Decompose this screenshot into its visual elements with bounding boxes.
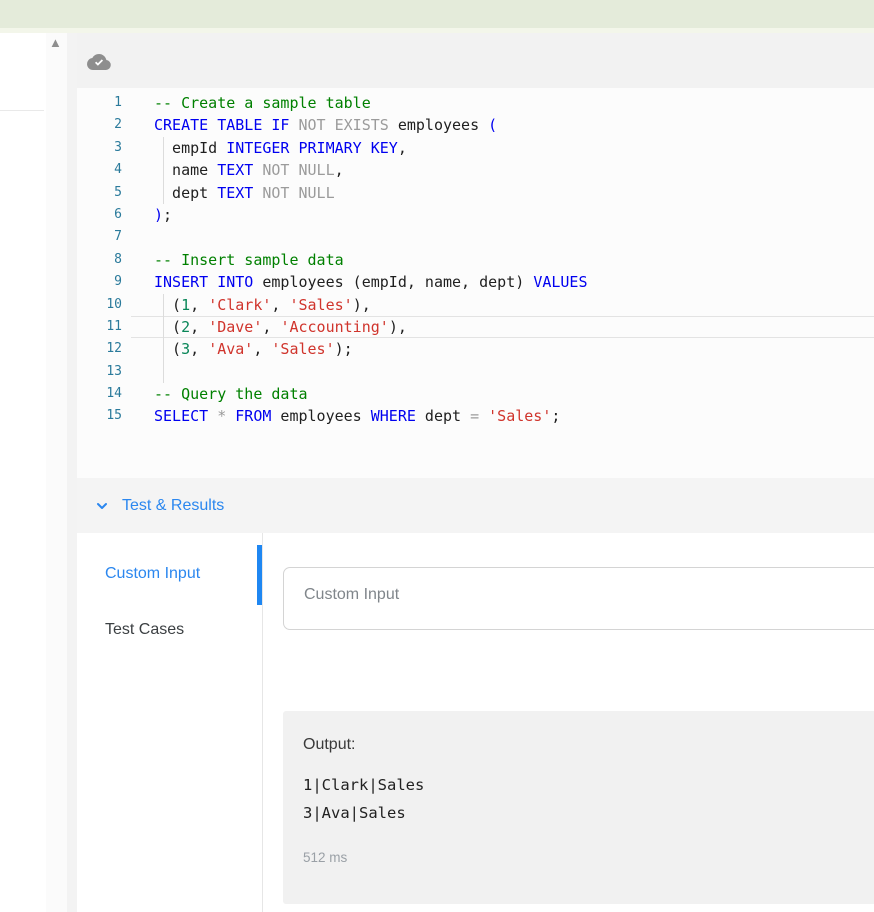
active-tab-indicator — [257, 545, 262, 605]
tab-list-divider — [262, 533, 263, 912]
line-content — [122, 361, 154, 383]
line-content — [122, 226, 154, 248]
line-number: 3 — [77, 137, 122, 159]
line-content: -- Insert sample data — [122, 249, 344, 271]
editor-toolbar — [77, 33, 874, 88]
line-content: -- Create a sample table — [122, 92, 371, 114]
line-content: (1, 'Clark', 'Sales'), — [122, 294, 371, 316]
line-number: 13 — [77, 361, 122, 383]
custom-input-textarea[interactable] — [283, 567, 874, 630]
line-content: ); — [122, 204, 172, 226]
indent-guide-line — [163, 137, 164, 204]
panel-gutter-strip — [46, 33, 67, 912]
line-number: 4 — [77, 159, 122, 181]
code-line[interactable]: 12 (3, 'Ava', 'Sales'); — [77, 338, 874, 360]
code-line[interactable]: 5 dept TEXT NOT NULL — [77, 182, 874, 204]
test-results-label: Test & Results — [122, 497, 224, 515]
code-lines: 1-- Create a sample table2CREATE TABLE I… — [77, 92, 874, 428]
top-bar — [0, 0, 874, 28]
code-line[interactable]: 14-- Query the data — [77, 383, 874, 405]
line-content: (2, 'Dave', 'Accounting'), — [122, 316, 407, 338]
line-content: SELECT * FROM employees WHERE dept = 'Sa… — [122, 405, 560, 427]
line-number: 14 — [77, 383, 122, 405]
line-number: 12 — [77, 338, 122, 360]
output-title: Output: — [303, 736, 870, 754]
rail-divider — [0, 110, 44, 111]
code-line[interactable]: 2CREATE TABLE IF NOT EXISTS employees ( — [77, 114, 874, 136]
line-number: 7 — [77, 226, 122, 248]
code-line[interactable]: 4 name TEXT NOT NULL, — [77, 159, 874, 181]
line-number: 5 — [77, 182, 122, 204]
code-line[interactable]: 10 (1, 'Clark', 'Sales'), — [77, 294, 874, 316]
code-editor-panel: 1-- Create a sample table2CREATE TABLE I… — [77, 33, 874, 478]
triangle-up-icon[interactable]: ▲ — [49, 36, 62, 50]
line-content: dept TEXT NOT NULL — [122, 182, 335, 204]
code-line[interactable]: 8-- Insert sample data — [77, 249, 874, 271]
line-number: 6 — [77, 204, 122, 226]
output-line: 1|Clark|Sales — [303, 771, 870, 799]
line-number: 11 — [77, 316, 122, 338]
line-number: 9 — [77, 271, 122, 293]
line-content: -- Query the data — [122, 383, 308, 405]
chevron-down-icon[interactable] — [95, 499, 109, 513]
code-line[interactable]: 13 — [77, 361, 874, 383]
line-number: 15 — [77, 405, 122, 427]
panel-resize-strip[interactable] — [67, 33, 77, 912]
line-content: CREATE TABLE IF NOT EXISTS employees ( — [122, 114, 497, 136]
code-line[interactable]: 9INSERT INTO employees (empId, name, dep… — [77, 271, 874, 293]
code-editor[interactable]: 1-- Create a sample table2CREATE TABLE I… — [77, 88, 874, 478]
line-content: INSERT INTO employees (empId, name, dept… — [122, 271, 588, 293]
question-panel-rail — [0, 33, 46, 912]
line-number: 10 — [77, 294, 122, 316]
line-number: 1 — [77, 92, 122, 114]
indent-guide-line — [163, 294, 164, 384]
line-content: name TEXT NOT NULL, — [122, 159, 344, 181]
code-line[interactable]: 3 empId INTEGER PRIMARY KEY, — [77, 137, 874, 159]
tab-custom-input[interactable]: Custom Input — [105, 565, 200, 583]
output-lines: 1|Clark|Sales3|Ava|Sales — [303, 771, 870, 827]
output-runtime: 512 ms — [303, 850, 870, 865]
line-number: 8 — [77, 249, 122, 271]
line-content: (3, 'Ava', 'Sales'); — [122, 338, 353, 360]
output-line: 3|Ava|Sales — [303, 799, 870, 827]
code-line[interactable]: 15SELECT * FROM employees WHERE dept = '… — [77, 405, 874, 427]
test-results-header[interactable]: Test & Results — [77, 478, 874, 533]
code-line[interactable]: 1-- Create a sample table — [77, 92, 874, 114]
line-content: empId INTEGER PRIMARY KEY, — [122, 137, 407, 159]
line-number: 2 — [77, 114, 122, 136]
test-results-panel: Custom Input Test Cases Output: 1|Clark|… — [77, 533, 874, 912]
code-line[interactable]: 7 — [77, 226, 874, 248]
output-panel: Output: 1|Clark|Sales3|Ava|Sales 512 ms — [283, 711, 874, 904]
autosave-cloud-check-icon — [87, 52, 111, 72]
code-line[interactable]: 11 (2, 'Dave', 'Accounting'), — [77, 316, 874, 338]
code-line[interactable]: 6); — [77, 204, 874, 226]
tab-test-cases[interactable]: Test Cases — [105, 621, 184, 639]
